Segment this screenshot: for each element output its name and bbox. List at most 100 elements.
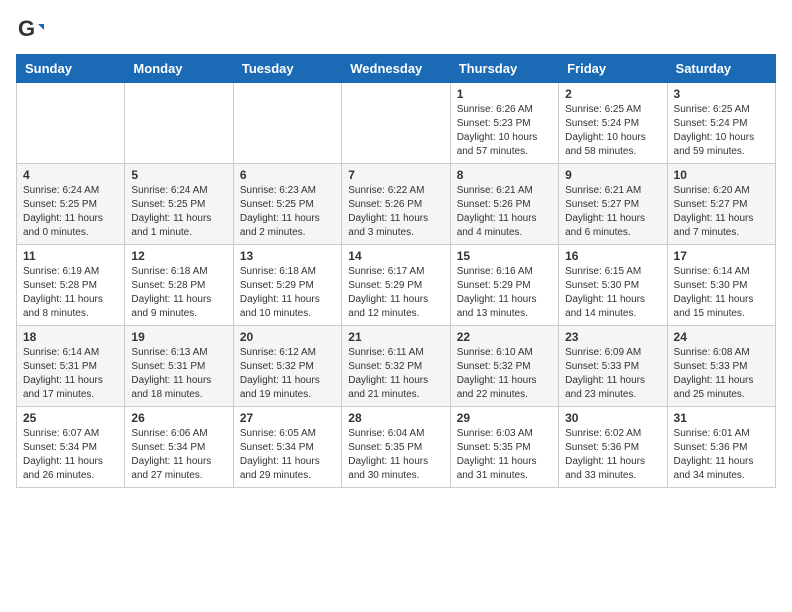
calendar-cell (17, 83, 125, 164)
calendar-header-row: SundayMondayTuesdayWednesdayThursdayFrid… (17, 55, 776, 83)
calendar-cell: 29 Sunrise: 6:03 AMSunset: 5:35 PMDayligh… (450, 407, 558, 488)
day-info: Sunrise: 6:24 AMSunset: 5:25 PMDaylight:… (131, 184, 226, 240)
calendar-weekday-header: Friday (559, 55, 667, 83)
day-number: 31 (674, 411, 769, 425)
day-number: 30 (565, 411, 660, 425)
day-number: 27 (240, 411, 335, 425)
calendar-cell: 17 Sunrise: 6:14 AMSunset: 5:30 PMDayligh… (667, 245, 775, 326)
day-number: 2 (565, 87, 660, 101)
calendar-cell: 26 Sunrise: 6:06 AMSunset: 5:34 PMDayligh… (125, 407, 233, 488)
day-info: Sunrise: 6:22 AMSunset: 5:26 PMDaylight:… (348, 184, 443, 240)
calendar-cell: 30 Sunrise: 6:02 AMSunset: 5:36 PMDayligh… (559, 407, 667, 488)
day-number: 1 (457, 87, 552, 101)
day-info: Sunrise: 6:08 AMSunset: 5:33 PMDaylight:… (674, 346, 769, 402)
calendar-cell: 4 Sunrise: 6:24 AMSunset: 5:25 PMDaylight… (17, 164, 125, 245)
logo: G (16, 16, 48, 44)
calendar-cell: 18 Sunrise: 6:14 AMSunset: 5:31 PMDayligh… (17, 326, 125, 407)
day-number: 29 (457, 411, 552, 425)
svg-text:G: G (18, 16, 35, 41)
day-number: 19 (131, 330, 226, 344)
day-number: 28 (348, 411, 443, 425)
day-info: Sunrise: 6:06 AMSunset: 5:34 PMDaylight:… (131, 427, 226, 483)
calendar-week-row: 4 Sunrise: 6:24 AMSunset: 5:25 PMDaylight… (17, 164, 776, 245)
day-number: 23 (565, 330, 660, 344)
calendar-cell: 2 Sunrise: 6:25 AMSunset: 5:24 PMDaylight… (559, 83, 667, 164)
day-info: Sunrise: 6:23 AMSunset: 5:25 PMDaylight:… (240, 184, 335, 240)
calendar-cell: 19 Sunrise: 6:13 AMSunset: 5:31 PMDayligh… (125, 326, 233, 407)
day-info: Sunrise: 6:03 AMSunset: 5:35 PMDaylight:… (457, 427, 552, 483)
page-header: G (16, 16, 776, 44)
calendar-cell: 10 Sunrise: 6:20 AMSunset: 5:27 PMDayligh… (667, 164, 775, 245)
day-info: Sunrise: 6:14 AMSunset: 5:30 PMDaylight:… (674, 265, 769, 321)
day-number: 26 (131, 411, 226, 425)
calendar-cell: 31Sunrise: 6:01 AMSunset: 5:36 PMDayligh… (667, 407, 775, 488)
day-info: Sunrise: 6:02 AMSunset: 5:36 PMDaylight:… (565, 427, 660, 483)
day-number: 8 (457, 168, 552, 182)
day-number: 9 (565, 168, 660, 182)
calendar-cell: 25 Sunrise: 6:07 AMSunset: 5:34 PMDayligh… (17, 407, 125, 488)
day-number: 16 (565, 249, 660, 263)
day-info: Sunrise: 6:18 AMSunset: 5:29 PMDaylight:… (240, 265, 335, 321)
day-number: 25 (23, 411, 118, 425)
day-number: 15 (457, 249, 552, 263)
day-number: 21 (348, 330, 443, 344)
day-info: Sunrise: 6:26 AMSunset: 5:23 PMDaylight:… (457, 103, 552, 159)
calendar-cell: 6 Sunrise: 6:23 AMSunset: 5:25 PMDaylight… (233, 164, 341, 245)
day-info: Sunrise: 6:04 AMSunset: 5:35 PMDaylight:… (348, 427, 443, 483)
day-number: 5 (131, 168, 226, 182)
day-number: 11 (23, 249, 118, 263)
calendar-weekday-header: Saturday (667, 55, 775, 83)
calendar-table: SundayMondayTuesdayWednesdayThursdayFrid… (16, 54, 776, 488)
calendar-week-row: 1 Sunrise: 6:26 AMSunset: 5:23 PMDaylight… (17, 83, 776, 164)
day-number: 4 (23, 168, 118, 182)
day-number: 18 (23, 330, 118, 344)
calendar-weekday-header: Tuesday (233, 55, 341, 83)
calendar-weekday-header: Sunday (17, 55, 125, 83)
day-info: Sunrise: 6:25 AMSunset: 5:24 PMDaylight:… (565, 103, 660, 159)
day-info: Sunrise: 6:15 AMSunset: 5:30 PMDaylight:… (565, 265, 660, 321)
day-info: Sunrise: 6:09 AMSunset: 5:33 PMDaylight:… (565, 346, 660, 402)
day-info: Sunrise: 6:19 AMSunset: 5:28 PMDaylight:… (23, 265, 118, 321)
calendar-weekday-header: Monday (125, 55, 233, 83)
calendar-cell: 22Sunrise: 6:10 AMSunset: 5:32 PMDayligh… (450, 326, 558, 407)
day-number: 13 (240, 249, 335, 263)
calendar-cell: 5 Sunrise: 6:24 AMSunset: 5:25 PMDaylight… (125, 164, 233, 245)
logo-icon: G (16, 16, 44, 44)
day-info: Sunrise: 6:11 AMSunset: 5:32 PMDaylight:… (348, 346, 443, 402)
day-info: Sunrise: 6:07 AMSunset: 5:34 PMDaylight:… (23, 427, 118, 483)
calendar-cell: 21 Sunrise: 6:11 AMSunset: 5:32 PMDayligh… (342, 326, 450, 407)
calendar-cell: 28 Sunrise: 6:04 AMSunset: 5:35 PMDayligh… (342, 407, 450, 488)
calendar-cell: 24 Sunrise: 6:08 AMSunset: 5:33 PMDayligh… (667, 326, 775, 407)
calendar-cell: 8 Sunrise: 6:21 AMSunset: 5:26 PMDaylight… (450, 164, 558, 245)
day-info: Sunrise: 6:18 AMSunset: 5:28 PMDaylight:… (131, 265, 226, 321)
calendar-week-row: 18 Sunrise: 6:14 AMSunset: 5:31 PMDayligh… (17, 326, 776, 407)
calendar-cell: 12 Sunrise: 6:18 AMSunset: 5:28 PMDayligh… (125, 245, 233, 326)
day-info: Sunrise: 6:21 AMSunset: 5:27 PMDaylight:… (565, 184, 660, 240)
day-info: Sunrise: 6:12 AMSunset: 5:32 PMDaylight:… (240, 346, 335, 402)
day-number: 12 (131, 249, 226, 263)
day-info: Sunrise: 6:17 AMSunset: 5:29 PMDaylight:… (348, 265, 443, 321)
calendar-cell: 11 Sunrise: 6:19 AMSunset: 5:28 PMDayligh… (17, 245, 125, 326)
calendar-week-row: 11 Sunrise: 6:19 AMSunset: 5:28 PMDayligh… (17, 245, 776, 326)
day-info: Sunrise: 6:10 AMSunset: 5:32 PMDaylight:… (457, 346, 552, 402)
calendar-weekday-header: Thursday (450, 55, 558, 83)
day-number: 6 (240, 168, 335, 182)
calendar-cell: 13 Sunrise: 6:18 AMSunset: 5:29 PMDayligh… (233, 245, 341, 326)
calendar-cell: 7Sunrise: 6:22 AMSunset: 5:26 PMDaylight… (342, 164, 450, 245)
day-info: Sunrise: 6:21 AMSunset: 5:26 PMDaylight:… (457, 184, 552, 240)
day-info: Sunrise: 6:20 AMSunset: 5:27 PMDaylight:… (674, 184, 769, 240)
calendar-cell: 15 Sunrise: 6:16 AMSunset: 5:29 PMDayligh… (450, 245, 558, 326)
day-info: Sunrise: 6:24 AMSunset: 5:25 PMDaylight:… (23, 184, 118, 240)
day-number: 24 (674, 330, 769, 344)
calendar-cell: 9 Sunrise: 6:21 AMSunset: 5:27 PMDaylight… (559, 164, 667, 245)
day-number: 3 (674, 87, 769, 101)
calendar-cell: 14Sunrise: 6:17 AMSunset: 5:29 PMDayligh… (342, 245, 450, 326)
day-info: Sunrise: 6:05 AMSunset: 5:34 PMDaylight:… (240, 427, 335, 483)
day-info: Sunrise: 6:14 AMSunset: 5:31 PMDaylight:… (23, 346, 118, 402)
day-info: Sunrise: 6:16 AMSunset: 5:29 PMDaylight:… (457, 265, 552, 321)
day-info: Sunrise: 6:13 AMSunset: 5:31 PMDaylight:… (131, 346, 226, 402)
day-number: 17 (674, 249, 769, 263)
day-number: 10 (674, 168, 769, 182)
calendar-cell: 27 Sunrise: 6:05 AMSunset: 5:34 PMDayligh… (233, 407, 341, 488)
calendar-cell (233, 83, 341, 164)
